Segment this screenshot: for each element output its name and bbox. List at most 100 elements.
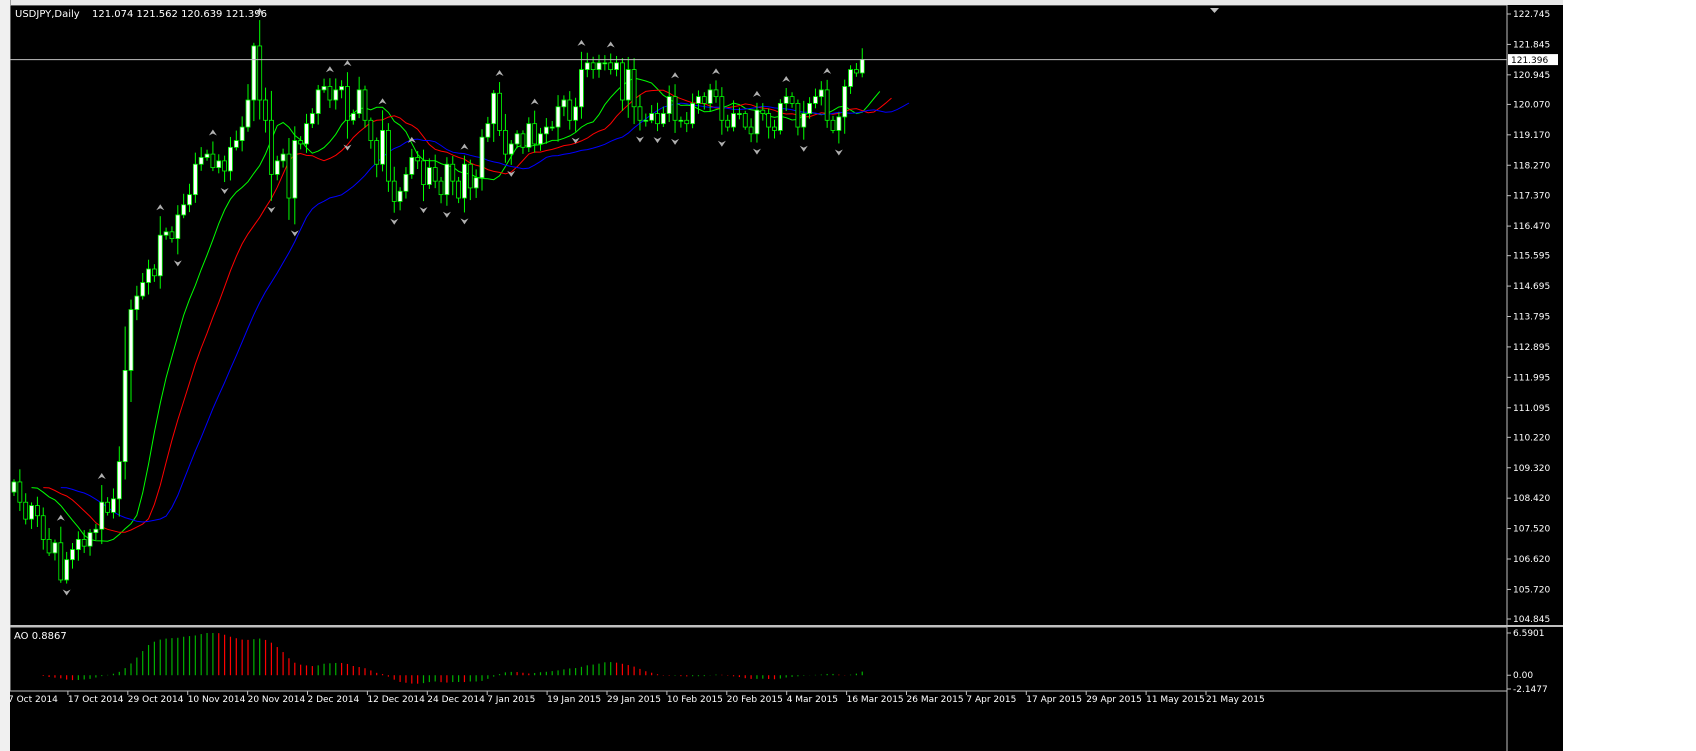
candle-body (789, 96, 795, 104)
right-panel-edge (1563, 0, 1696, 751)
fractal-down-arrow (571, 137, 580, 144)
candle-body (239, 126, 245, 141)
candle-body (620, 62, 625, 101)
candle-body (508, 143, 514, 155)
price-tick-label: 117.370 (1513, 192, 1550, 202)
price-tick-label: 114.695 (1513, 282, 1550, 292)
time-tick-label: 20 Feb 2015 (727, 695, 783, 705)
candle-body (748, 126, 754, 135)
price-axis-ticks: 122.745 121.845 120.945 120.070 119.170 118.2… (1507, 10, 1550, 625)
candle-body (859, 59, 865, 74)
time-tick-label: 24 Dec 2014 (427, 695, 485, 705)
candle-body (385, 130, 391, 182)
candle-body (23, 501, 29, 520)
price-tick-label: 112.895 (1513, 343, 1550, 353)
candle-body (345, 86, 350, 121)
candle-body (596, 62, 602, 70)
price-tick-label: 120.945 (1513, 71, 1550, 81)
fractal-down-arrow (834, 149, 843, 156)
candle-body (263, 99, 268, 121)
fractal-up-arrow (56, 514, 65, 521)
candle-body (368, 119, 374, 141)
candle-body (491, 92, 497, 125)
fractal-up-arrow (343, 60, 352, 67)
price-chart[interactable]: 122.745 121.845 120.945 120.070 119.170 118.2… (10, 5, 1563, 751)
time-axis-ticks: 7 Oct 2014 17 Oct 2014 29 Oct 2014 10 Nov 2… (10, 691, 1265, 705)
time-tick-label: 17 Oct 2014 (68, 695, 124, 705)
ao-indicator-label: AO 0.8867 (14, 631, 67, 642)
time-tick-label: 7 Jan 2015 (487, 695, 535, 705)
candle-body (280, 153, 286, 162)
candle-body (502, 130, 508, 155)
candle-body (111, 498, 116, 513)
candle-body (105, 501, 110, 513)
fractal-up-arrow (606, 41, 615, 48)
candle-body (438, 180, 444, 196)
time-tick-label: 29 Oct 2014 (128, 695, 184, 705)
candles (11, 20, 865, 584)
candle-body (444, 163, 450, 196)
candle-body (356, 89, 362, 114)
candle-body (374, 140, 380, 165)
candle-body (684, 119, 690, 125)
candle-body (409, 157, 415, 175)
fractal-up-arrow (208, 129, 217, 136)
candle-body (783, 96, 789, 104)
candle-body (625, 69, 631, 101)
ohlc-readout: 121.074 121.562 120.639 121.396 (92, 9, 267, 20)
symbol-timeframe: USDJPY,Daily (15, 9, 80, 20)
candle-body (146, 268, 151, 283)
candle-body (690, 102, 695, 125)
candle-body (719, 96, 725, 121)
time-tick-label: 16 Mar 2015 (847, 695, 904, 705)
candle-body (134, 295, 140, 310)
candle-body (731, 113, 736, 128)
fractal-up-arrow (156, 204, 165, 211)
candle-body (807, 102, 812, 114)
candle-body (187, 194, 192, 206)
candle-body (391, 180, 397, 202)
candle-body (766, 113, 772, 128)
time-tick-label: 10 Feb 2015 (667, 695, 723, 705)
candle-body (737, 113, 742, 115)
chart-shift-marker[interactable] (1210, 8, 1219, 13)
candle-body (362, 89, 368, 121)
candle-body (122, 370, 128, 463)
candle-body (725, 119, 731, 128)
candle-body (140, 282, 146, 297)
chart-window[interactable]: 122.745 121.845 120.945 120.070 119.170 118.2… (10, 5, 1563, 751)
candle-body (666, 96, 672, 114)
candle-body (590, 62, 596, 70)
candle-body (403, 173, 409, 192)
candle-body (216, 160, 222, 169)
candle-body (467, 163, 473, 189)
time-tick-label: 4 Mar 2015 (787, 695, 838, 705)
candle-body (742, 113, 748, 128)
candle-body (526, 123, 532, 148)
candle-body (549, 126, 555, 129)
candle-body (321, 86, 327, 91)
candle-body (450, 163, 456, 182)
time-tick-label: 19 Jan 2015 (547, 695, 601, 705)
candle-body (514, 133, 520, 145)
candle-body (754, 109, 760, 135)
fractal-up-arrow (577, 39, 586, 46)
candle-body (333, 89, 339, 101)
candle-body (99, 501, 105, 530)
candle-body (485, 123, 491, 138)
candle-body (415, 157, 421, 162)
candle-body (116, 461, 122, 500)
candle-body (29, 505, 34, 520)
candle-body (637, 106, 643, 121)
candle-body (696, 96, 701, 104)
fractal-up-arrow (752, 90, 761, 97)
candle-body (298, 140, 304, 145)
candle-body (233, 140, 239, 148)
candle-body (830, 119, 836, 131)
candle-body (772, 126, 777, 131)
candle-body (520, 133, 526, 148)
candle-body (274, 160, 280, 175)
fractal-down-arrow (752, 148, 761, 155)
candle-body (286, 153, 292, 199)
candle-body (824, 89, 830, 121)
